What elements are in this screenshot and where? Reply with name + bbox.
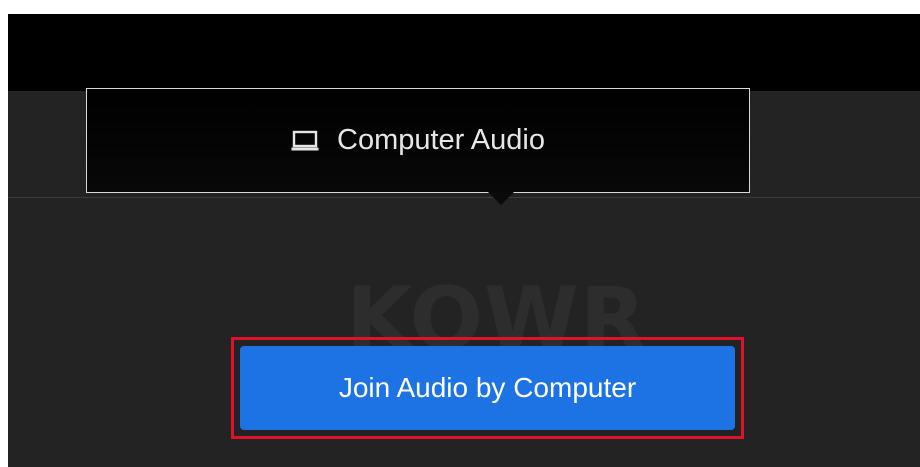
tab-computer-audio-label: Computer Audio [337,124,545,156]
tab-computer-audio[interactable]: Computer Audio [86,88,750,193]
divider [8,197,920,198]
join-audio-by-computer-button[interactable]: Join Audio by Computer [240,346,735,430]
tab-pointer [488,192,514,205]
top-bar [8,14,920,91]
computer-icon [291,129,319,153]
